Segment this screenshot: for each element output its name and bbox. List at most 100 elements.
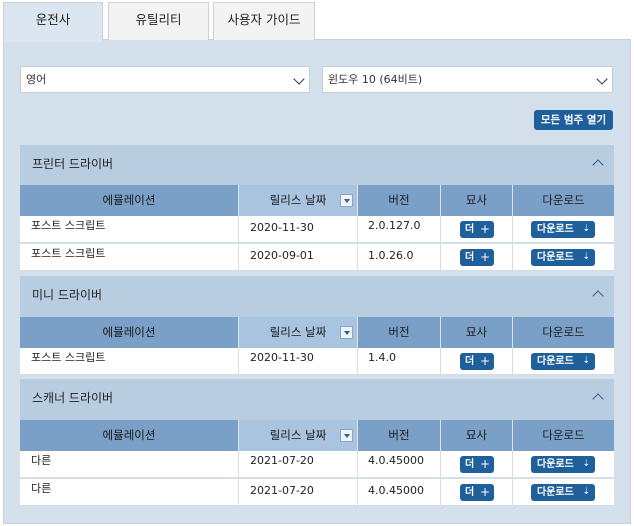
download-icon: ⇣: [582, 224, 590, 234]
os-select-value: 윈도우 10 (64비트): [328, 73, 423, 86]
download-icon: ⇣: [582, 252, 590, 262]
tab-utilities[interactable]: 유틸리티: [108, 2, 209, 40]
cell-download: 다운로드 ⇣: [513, 479, 614, 505]
cell-download: 다운로드 ⇣: [513, 348, 614, 374]
table-row: 포스트 스크립트 2020-11-30 1.4.0 더 + 다운로드 ⇣: [20, 348, 614, 375]
more-button[interactable]: 더 +: [460, 221, 494, 238]
chevron-down-icon: [596, 73, 608, 85]
cell-version: 4.0.45000: [358, 479, 441, 505]
download-label: 다운로드: [537, 224, 574, 235]
download-label: 다운로드: [537, 459, 574, 470]
cell-download: 다운로드 ⇣: [513, 216, 614, 242]
plus-icon: +: [479, 485, 490, 499]
sort-dropdown-icon[interactable]: [340, 429, 353, 442]
section-header-printer-drivers[interactable]: 프린터 드라이버: [20, 145, 614, 185]
cell-emulation: 다른: [20, 479, 239, 505]
column-release-date[interactable]: 릴리스 날짜: [239, 185, 358, 216]
section-title: 스캐너 드라이버: [32, 391, 114, 405]
cell-version: 2.0.127.0: [358, 216, 441, 242]
column-version[interactable]: 버전: [358, 185, 441, 216]
more-label: 더: [465, 224, 475, 235]
column-emulation[interactable]: 에뮬레이션: [20, 317, 239, 348]
table-row: 포스트 스크립트 2020-11-30 2.0.127.0 더 + 다운로드 ⇣: [20, 216, 614, 243]
plus-icon: +: [479, 354, 490, 368]
table-row: 다른 2021-07-20 4.0.45000 더 + 다운로드 ⇣: [20, 451, 614, 478]
cell-description: 더 +: [441, 479, 513, 505]
cell-release-date: 2020-11-30: [239, 216, 358, 242]
chevron-up-icon[interactable]: [592, 393, 604, 405]
column-download: 다운로드: [542, 428, 585, 442]
download-button[interactable]: 다운로드 ⇣: [531, 249, 595, 266]
plus-icon: +: [479, 457, 490, 471]
table-row: 포스트 스크립트 2020-09-01 1.0.26.0 더 + 다운로드 ⇣: [20, 244, 614, 271]
column-release-date[interactable]: 릴리스 날짜: [239, 420, 358, 451]
column-description: 묘사: [441, 317, 513, 348]
cell-release-date: 2021-07-20: [239, 479, 358, 505]
download-label: 다운로드: [537, 252, 574, 263]
column-description: 묘사: [441, 420, 513, 451]
cell-description: 더 +: [441, 348, 513, 374]
sort-dropdown-icon[interactable]: [340, 326, 353, 339]
os-select[interactable]: 윈도우 10 (64비트): [322, 66, 613, 93]
more-button[interactable]: 더 +: [460, 353, 494, 370]
cell-version: 1.4.0: [358, 348, 441, 374]
plus-icon: +: [479, 250, 490, 264]
language-select-value: 영어: [26, 73, 47, 86]
table-row: 다른 2021-07-20 4.0.45000 더 + 다운로드 ⇣: [20, 479, 614, 506]
download-button[interactable]: 다운로드 ⇣: [531, 353, 595, 370]
download-button[interactable]: 다운로드 ⇣: [531, 221, 595, 238]
column-download: 다운로드: [542, 325, 585, 339]
download-button[interactable]: 다운로드 ⇣: [531, 456, 595, 473]
column-download: 다운로드: [542, 193, 585, 207]
cell-download: 다운로드 ⇣: [513, 244, 614, 270]
more-button[interactable]: 더 +: [460, 456, 494, 473]
column-emulation[interactable]: 에뮬레이션: [20, 420, 239, 451]
section-header-mini-drivers[interactable]: 미니 드라이버: [20, 276, 614, 317]
tab-user-guide[interactable]: 사용자 가이드: [213, 2, 315, 40]
column-release-date-label: 릴리스 날짜: [269, 428, 327, 442]
more-label: 더: [465, 459, 475, 470]
cell-version: 1.0.26.0: [358, 244, 441, 270]
more-button[interactable]: 더 +: [460, 484, 494, 501]
cell-emulation: 포스트 스크립트: [20, 244, 239, 270]
column-version[interactable]: 버전: [358, 420, 441, 451]
cell-release-date: 2020-09-01: [239, 244, 358, 270]
cell-version: 4.0.45000: [358, 451, 441, 477]
tab-drivers[interactable]: 운전사: [3, 2, 103, 42]
download-label: 다운로드: [537, 356, 574, 367]
plus-icon: +: [479, 222, 490, 236]
download-button[interactable]: 다운로드 ⇣: [531, 484, 595, 501]
more-label: 더: [465, 252, 475, 263]
section-title: 미니 드라이버: [32, 288, 103, 302]
cell-release-date: 2020-11-30: [239, 348, 358, 374]
table-header: 에뮬레이션 릴리스 날짜 버전 묘사 다운로드: [20, 317, 614, 348]
cell-release-date: 2021-07-20: [239, 451, 358, 477]
more-button[interactable]: 더 +: [460, 249, 494, 266]
download-icon: ⇣: [582, 459, 590, 469]
language-select[interactable]: 영어: [20, 66, 310, 93]
cell-description: 더 +: [441, 451, 513, 477]
table-header: 에뮬레이션 릴리스 날짜 버전 묘사 다운로드: [20, 185, 614, 216]
cell-emulation: 포스트 스크립트: [20, 348, 239, 374]
cell-emulation: 포스트 스크립트: [20, 216, 239, 242]
more-label: 더: [465, 356, 475, 367]
sort-dropdown-icon[interactable]: [340, 194, 353, 207]
column-emulation[interactable]: 에뮬레이션: [20, 185, 239, 216]
table-header: 에뮬레이션 릴리스 날짜 버전 묘사 다운로드: [20, 420, 614, 451]
chevron-up-icon[interactable]: [592, 290, 604, 302]
column-release-date[interactable]: 릴리스 날짜: [239, 317, 358, 348]
download-label: 다운로드: [537, 487, 574, 498]
column-version[interactable]: 버전: [358, 317, 441, 348]
more-label: 더: [465, 487, 475, 498]
section-title: 프린터 드라이버: [32, 157, 114, 171]
chevron-down-icon: [293, 73, 305, 85]
expand-all-button[interactable]: 모든 범주 열기: [534, 110, 613, 130]
column-description: 묘사: [441, 185, 513, 216]
download-icon: ⇣: [582, 356, 590, 366]
section-header-scanner-drivers[interactable]: 스캐너 드라이버: [20, 379, 614, 420]
chevron-up-icon[interactable]: [592, 159, 604, 171]
cell-emulation: 다른: [20, 451, 239, 477]
tab-bar: 운전사 유틸리티 사용자 가이드: [0, 0, 634, 42]
cell-description: 더 +: [441, 216, 513, 242]
cell-description: 더 +: [441, 244, 513, 270]
